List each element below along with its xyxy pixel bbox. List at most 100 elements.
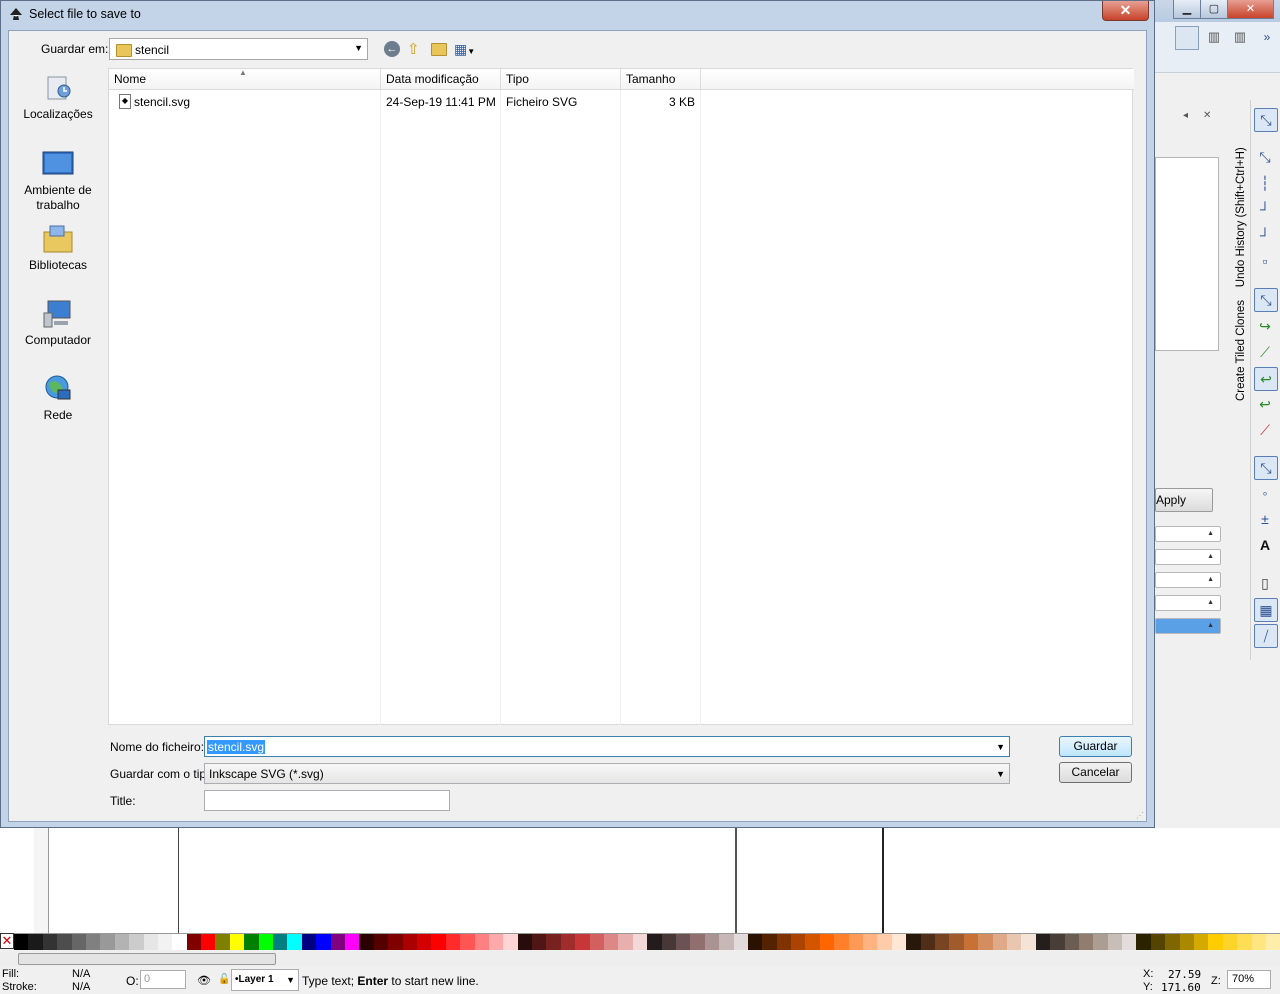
up-folder-icon[interactable]: ⇧ [407,40,420,58]
palette-swatch[interactable] [488,934,504,950]
palette-swatch[interactable] [100,934,115,950]
palette-swatch[interactable] [474,934,489,950]
palette-swatch[interactable] [301,934,317,950]
palette-swatch[interactable] [1165,934,1180,950]
palette-swatch[interactable] [330,934,345,950]
save-button[interactable]: Guardar [1059,736,1132,757]
palette-swatch[interactable] [719,934,734,950]
palette-swatch[interactable] [733,934,748,950]
panel-close-icon[interactable]: ✕ [1203,110,1211,121]
minimize-button[interactable]: ▁ [1173,0,1201,19]
palette-swatch[interactable] [1093,934,1108,950]
column-header-name[interactable]: Nome ▲ [109,68,381,90]
palette-swatch[interactable] [704,934,720,950]
palette-swatch[interactable] [575,934,590,950]
column-header-type[interactable]: Tipo [501,69,621,90]
snap-intersection-icon[interactable]: ⟋ [1254,341,1276,363]
palette-swatch[interactable] [647,934,662,950]
layer-visibility-icon[interactable]: 👁 [197,974,211,987]
palette-swatch[interactable] [273,934,288,950]
palette-swatch[interactable] [258,934,274,950]
place-recent[interactable]: Localizações [8,73,108,122]
dialog-close-button[interactable]: ✕ [1102,1,1149,21]
place-desktop[interactable]: Ambiente de trabalho [8,149,108,213]
palette-swatch[interactable] [1208,934,1223,950]
filename-input[interactable]: stencil.svg ▼ [204,736,1010,757]
palette-swatch[interactable] [1021,934,1036,950]
snap-nodes-icon[interactable]: ⤡ [1254,288,1278,312]
layout-custom-icon[interactable]: ▥ [1229,26,1251,48]
undo-history-list[interactable] [1155,157,1219,351]
palette-swatch[interactable] [1122,934,1137,950]
column-header-modified[interactable]: Data modificação [381,69,501,90]
palette-swatch[interactable] [388,934,403,950]
spin-field-4[interactable] [1155,595,1221,611]
column-header-size[interactable]: Tamanho [621,69,701,90]
palette-swatch[interactable] [920,934,935,950]
palette-swatch[interactable] [632,934,648,950]
layout-wide-icon[interactable] [1175,26,1199,50]
cancel-button[interactable]: Cancelar [1059,762,1132,783]
spin-field-3[interactable] [1155,572,1221,588]
snap-others-icon[interactable]: ⤡ [1254,456,1278,480]
spin-field-1[interactable] [1155,526,1221,542]
back-icon[interactable]: ← [384,41,400,57]
palette-swatch[interactable] [877,934,892,950]
palette-swatch[interactable] [460,934,475,950]
opacity-input[interactable]: 0 [140,970,186,989]
zoom-input[interactable]: 70% [1227,970,1271,989]
spin-field-5[interactable] [1155,618,1221,634]
palette-swatch[interactable] [1265,934,1280,950]
fill-value[interactable]: N/A [72,968,90,980]
snap-center-icon[interactable]: ◦ [1254,482,1276,504]
palette-swatch[interactable] [949,934,964,950]
snap-toggle-icon[interactable]: ⤡ [1254,108,1278,132]
palette-swatch[interactable] [1194,934,1209,950]
place-libraries[interactable]: Bibliotecas [8,224,108,273]
chevron-down-icon[interactable]: ▼ [996,742,1005,752]
palette-swatch[interactable] [71,934,86,950]
palette-swatch[interactable] [316,934,331,950]
palette-swatch[interactable] [114,934,130,950]
palette-swatch[interactable] [402,934,417,950]
palette-swatch[interactable] [791,934,806,950]
spin-field-2[interactable] [1155,549,1221,565]
palette-swatch[interactable] [805,934,820,950]
palette-swatch[interactable] [373,934,389,950]
snap-text-baseline-icon[interactable]: A [1254,534,1276,556]
palette-swatch[interactable] [344,934,360,950]
snap-smooth-icon[interactable]: ↩ [1254,393,1276,415]
snap-midpoint-icon[interactable]: ⟋ [1254,419,1276,441]
palette-swatch[interactable] [1064,934,1079,950]
create-tiled-clones-tab[interactable]: Create Tiled Clones [1235,300,1247,401]
save-in-combo[interactable]: stencil ▼ [109,38,368,60]
palette-swatch[interactable] [1136,934,1151,950]
main-close-button[interactable]: ✕ [1227,0,1274,19]
palette-swatch[interactable] [201,934,216,950]
undo-history-tab[interactable]: Undo History (Shift+Ctrl+H) [1235,147,1247,287]
palette-swatch[interactable] [819,934,835,950]
palette-swatch[interactable] [532,934,547,950]
palette-swatch[interactable] [690,934,705,950]
palette-swatch[interactable] [935,934,950,950]
snap-bbox-edge-icon[interactable]: ┆ [1254,172,1276,194]
palette-swatch[interactable] [848,934,864,950]
palette-swatch[interactable] [244,934,259,950]
drawing-canvas[interactable] [0,828,1280,934]
palette-swatch[interactable] [661,934,676,950]
palette-swatch[interactable] [1222,934,1238,950]
palette-swatch[interactable] [1237,934,1252,950]
palette-swatch[interactable] [675,934,691,950]
layer-lock-icon[interactable]: 🔓 [218,974,230,985]
color-palette[interactable] [0,933,1280,950]
chevron-down-icon[interactable]: ▼ [996,769,1005,779]
resize-grip-icon[interactable]: ⋰ [1136,811,1144,820]
snap-bbox-icon[interactable]: ⤡ [1254,146,1276,168]
palette-swatch[interactable] [172,934,187,950]
view-menu-icon[interactable]: ▦▼ [454,41,475,58]
palette-swatch[interactable] [129,934,144,950]
palette-swatch[interactable] [431,934,446,950]
palette-swatch[interactable] [776,934,792,950]
snap-guide-icon[interactable]: ⧸ [1254,624,1278,648]
palette-swatch[interactable] [1179,934,1195,950]
